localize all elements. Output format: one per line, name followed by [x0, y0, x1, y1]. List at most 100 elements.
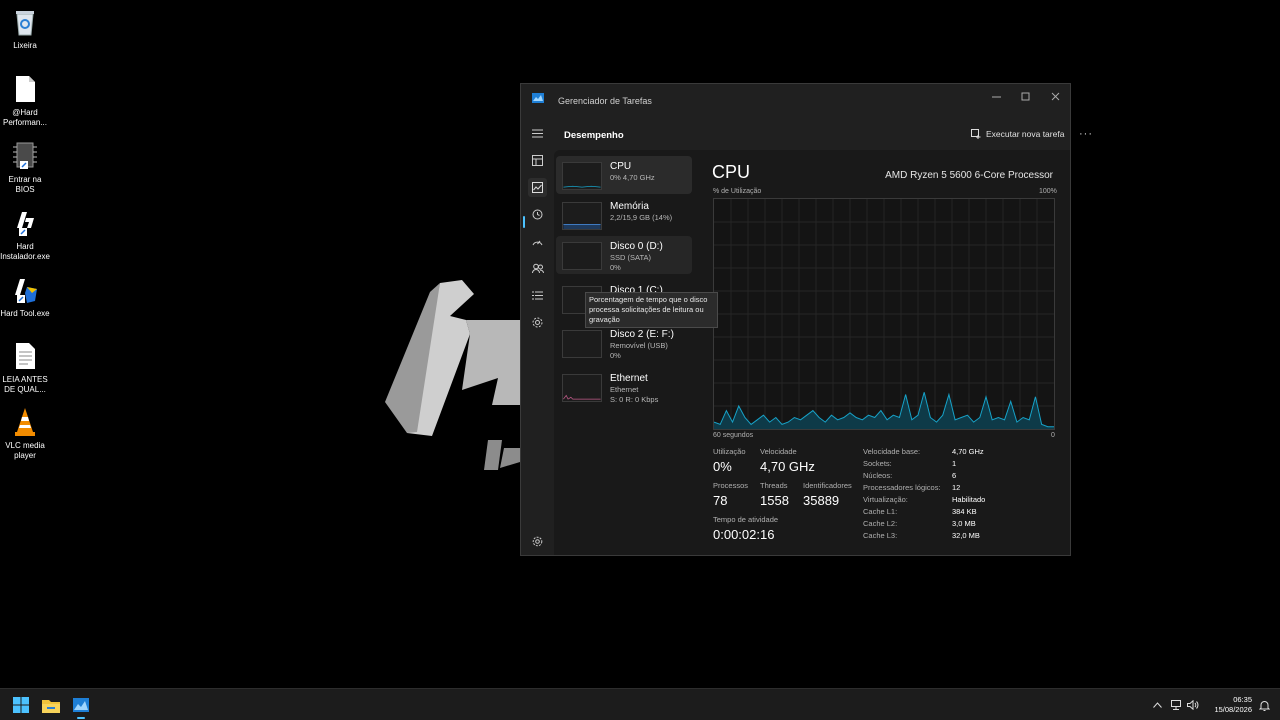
- text-file-icon: [11, 340, 39, 372]
- desktop-icon-leia-antes[interactable]: LEIA ANTES DE QUAL...: [0, 340, 50, 395]
- run-task-icon: [971, 129, 981, 139]
- device-item-disk-2[interactable]: Disco 2 (E: F:) Removível (USB) 0%: [556, 324, 692, 362]
- taskbar-file-explorer[interactable]: [40, 694, 62, 716]
- graph-label-top-right: 100%: [1039, 188, 1057, 195]
- device-subtitle: SSD (SATA) 0%: [610, 253, 651, 272]
- nav-processes[interactable]: [528, 151, 547, 170]
- device-subtitle: Removível (USB) 0%: [610, 341, 668, 360]
- device-item-memory[interactable]: Memória 2,2/15,9 GB (14%): [556, 196, 692, 234]
- device-item-disk-0[interactable]: Disco 0 (D:) SSD (SATA) 0%: [556, 236, 692, 274]
- folder-icon: [42, 699, 60, 713]
- nav-services[interactable]: [528, 313, 547, 332]
- nav-app-history[interactable]: [528, 205, 547, 224]
- device-item-cpu[interactable]: CPU 0% 4,70 GHz: [556, 156, 692, 194]
- startup-icon: [532, 240, 543, 246]
- threads-label: Threads: [760, 481, 788, 490]
- run-new-task-button[interactable]: Executar nova tarefa: [971, 129, 1064, 139]
- nav-settings[interactable]: [528, 532, 547, 551]
- hard-tool-shortcut-icon: [11, 274, 39, 306]
- nav-active-indicator: [523, 216, 525, 228]
- device-thumbnail: [562, 202, 602, 230]
- cpu-utilization-graph: [713, 198, 1055, 430]
- clock-date: 15/08/2026: [1214, 705, 1252, 714]
- device-thumbnail: [562, 242, 602, 270]
- device-name: Disco 0 (D:): [610, 241, 663, 252]
- performance-content: CPU 0% 4,70 GHz Memória 2,2/15,9 GB (14%…: [554, 150, 1070, 555]
- taskbar: 06:35 15/08/2026: [0, 688, 1280, 720]
- title-bar[interactable]: Gerenciador de Tarefas: [521, 84, 1070, 118]
- nav-rail: [521, 118, 554, 555]
- maximize-button[interactable]: [1010, 87, 1040, 105]
- taskbar-clock[interactable]: 06:35 15/08/2026: [1214, 695, 1252, 715]
- perf-title: CPU: [712, 162, 751, 182]
- windows-logo-icon: [13, 697, 29, 713]
- settings-icon: [532, 536, 543, 547]
- desktop-icon-bios[interactable]: Entrar na BIOS: [0, 140, 50, 195]
- spec-key: Núcleos:: [863, 471, 893, 480]
- spec-value: 6: [952, 471, 957, 480]
- device-subtitle: 2,2/15,9 GB (14%): [610, 213, 673, 222]
- volume-icon: [1187, 700, 1199, 710]
- tray-volume-button[interactable]: [1187, 699, 1199, 711]
- spec-value: 384 KB: [952, 507, 977, 516]
- nav-users[interactable]: [528, 259, 547, 278]
- processes-label: Processos: [713, 481, 749, 490]
- desktop-icon-hard-instalador[interactable]: Hard Instalador.exe: [0, 207, 50, 262]
- tray-network-button[interactable]: [1171, 699, 1183, 711]
- services-icon: [532, 317, 543, 328]
- spec-value: Habilitado: [952, 495, 986, 504]
- nav-performance[interactable]: [528, 178, 547, 197]
- notification-bell-icon: [1258, 700, 1270, 711]
- chevron-up-icon: [1152, 702, 1162, 708]
- nav-startup[interactable]: [528, 232, 547, 251]
- disk-tooltip: Porcentagem de tempo que o disco process…: [585, 292, 718, 328]
- run-new-task-label: Executar nova tarefa: [986, 129, 1065, 139]
- device-name: Disco 2 (E: F:): [610, 329, 674, 340]
- desktop-icon-label: Hard Instalador.exe: [0, 242, 50, 261]
- device-subtitle: 0% 4,70 GHz: [610, 173, 655, 182]
- spec-key: Cache L1:: [863, 507, 898, 516]
- spec-key: Cache L2:: [863, 519, 898, 528]
- uptime-value: 0:00:02:16: [713, 527, 775, 542]
- processes-icon: [532, 155, 543, 166]
- task-manager-app-icon: [532, 93, 544, 103]
- minimize-icon: [991, 96, 1001, 97]
- users-icon: [531, 263, 544, 274]
- desktop-icon-label: Entrar na BIOS: [8, 175, 42, 194]
- notifications-button[interactable]: [1258, 699, 1270, 711]
- spec-key: Processadores lógicos:: [863, 483, 941, 492]
- taskbar-task-manager[interactable]: [70, 694, 92, 716]
- handles-label: Identificadores: [803, 481, 852, 490]
- cpu-detail-panel: CPU AMD Ryzen 5 5600 6-Core Processor % …: [712, 150, 1068, 555]
- more-options-button[interactable]: ···: [1079, 128, 1093, 140]
- spec-value: 1: [952, 459, 957, 468]
- minimize-button[interactable]: [981, 87, 1011, 105]
- spec-key: Velocidade base:: [863, 447, 921, 456]
- processes-value: 78: [713, 493, 728, 508]
- graph-label-bottom-left: 60 segundos: [713, 432, 754, 439]
- device-item-ethernet[interactable]: Ethernet Ethernet S: 0 R: 0 Kbps: [556, 368, 692, 406]
- threads-value: 1558: [760, 493, 789, 508]
- nav-menu-button[interactable]: [528, 124, 547, 143]
- desktop-icon-vlc[interactable]: VLC media player: [0, 406, 50, 461]
- desktop-icon-label: Hard Tool.exe: [0, 309, 50, 318]
- spec-value: 3,0 MB: [952, 519, 976, 528]
- desktop-icon-recycle-bin[interactable]: Lixeira: [0, 6, 50, 51]
- graph-label-bottom-right: 0: [1051, 432, 1055, 439]
- page-title: Desempenho: [564, 130, 624, 141]
- desktop-icon-label: Lixeira: [13, 41, 37, 50]
- spec-key: Virtualização:: [863, 495, 908, 504]
- device-name: CPU: [610, 161, 632, 172]
- close-button[interactable]: [1040, 87, 1070, 105]
- tray-overflow-button[interactable]: [1151, 699, 1163, 711]
- desktop-icon-hard-tool[interactable]: Hard Tool.exe: [0, 274, 50, 319]
- device-thumbnail: [562, 162, 602, 190]
- speed-label: Velocidade: [760, 447, 797, 456]
- app-history-icon: [532, 209, 543, 220]
- performance-icon: [532, 182, 543, 193]
- start-button[interactable]: [10, 694, 32, 716]
- desktop-icon-hard-performance[interactable]: @Hard Performan...: [0, 73, 50, 128]
- taskbar-active-indicator: [77, 717, 85, 719]
- nav-details[interactable]: [528, 286, 547, 305]
- wallpaper-logo: [385, 280, 520, 470]
